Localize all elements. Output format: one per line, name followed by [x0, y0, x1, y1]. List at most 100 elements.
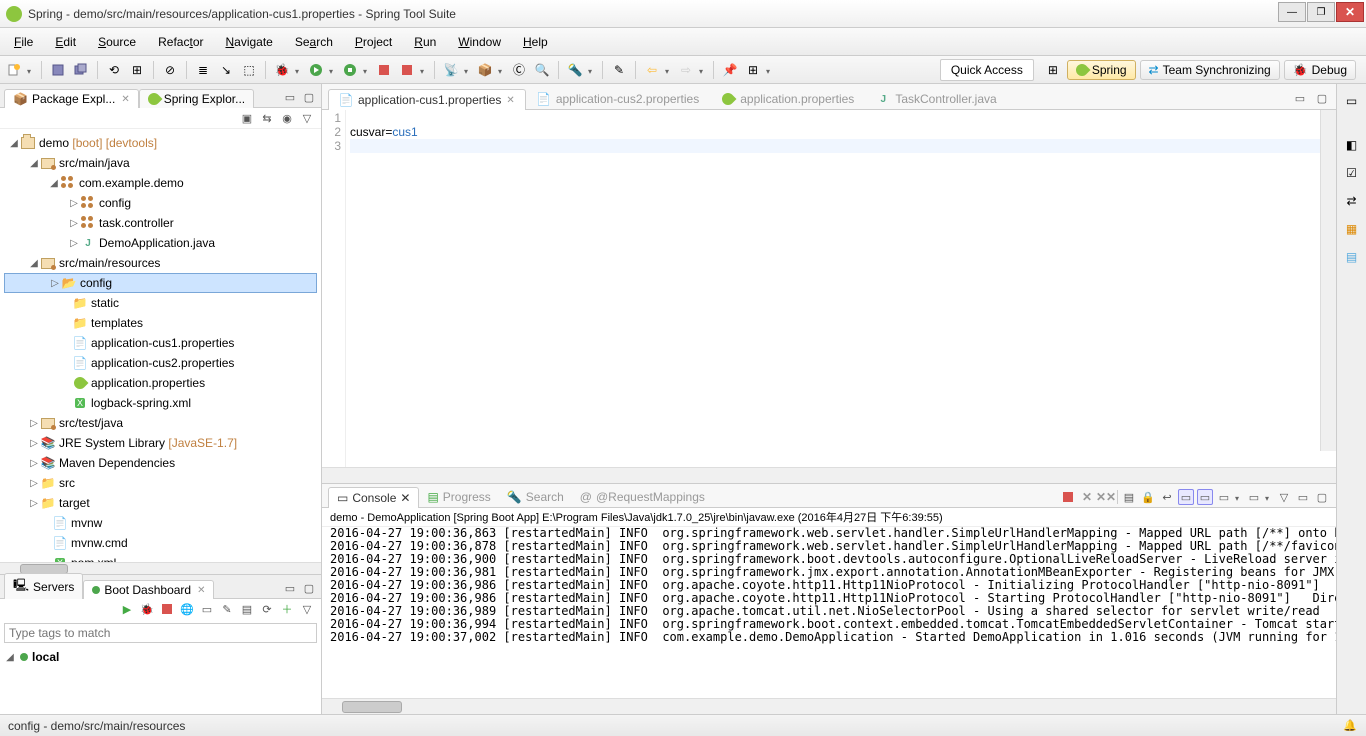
- minimize-view-button[interactable]: ▭: [282, 580, 298, 596]
- refresh-button[interactable]: ⟳: [259, 601, 275, 617]
- pin-button[interactable]: 📌: [720, 60, 740, 80]
- save-all-button[interactable]: [71, 60, 91, 80]
- open-type-button[interactable]: 🔍: [532, 60, 552, 80]
- new-button[interactable]: [4, 60, 24, 80]
- tab-spring-explorer[interactable]: Spring Explor...: [139, 89, 254, 108]
- tab-console[interactable]: ▭Console✕: [328, 487, 419, 508]
- ansi-icon[interactable]: ▦: [1341, 218, 1363, 240]
- tree-node-package-config[interactable]: ▷config: [4, 193, 317, 213]
- relaunch-last-button[interactable]: [374, 60, 394, 80]
- close-button[interactable]: [1336, 2, 1364, 22]
- open-console-button[interactable]: ▽: [1276, 489, 1292, 505]
- local-node[interactable]: ◢local: [4, 647, 317, 667]
- back-dropdown[interactable]: [665, 63, 673, 77]
- new-dropdown[interactable]: [27, 63, 35, 77]
- server-dropdown[interactable]: [464, 63, 472, 77]
- tag-filter-input[interactable]: [4, 623, 317, 643]
- tab-search[interactable]: 🔦Search: [499, 487, 572, 507]
- close-icon[interactable]: ✕: [197, 585, 205, 596]
- link-editor-button[interactable]: ⇆: [259, 110, 275, 126]
- view-menu-button[interactable]: ▽: [299, 601, 315, 617]
- tree-node-package-demo[interactable]: ◢com.example.demo: [4, 173, 317, 193]
- tree-node-templates[interactable]: templates: [4, 313, 317, 333]
- debug-button[interactable]: 🐞: [139, 601, 155, 617]
- display-console-button[interactable]: ▭: [1246, 489, 1262, 505]
- tree-node-mvnw[interactable]: mvnw: [4, 513, 317, 533]
- task-list-icon[interactable]: ☑: [1341, 162, 1363, 184]
- maximize-editor-button[interactable]: ▢: [1314, 90, 1330, 106]
- tree-node-logback[interactable]: logback-spring.xml: [4, 393, 317, 413]
- perspective-team-sync[interactable]: ⇄Team Synchronizing: [1140, 60, 1280, 80]
- tree-node-jre[interactable]: ▷JRE System Library [JavaSE-1.7]: [4, 433, 317, 453]
- tree-node-app-cus1[interactable]: application-cus1.properties: [4, 333, 317, 353]
- menu-edit[interactable]: Edit: [45, 31, 86, 53]
- coverage-dropdown[interactable]: [363, 63, 371, 77]
- debug-button[interactable]: 🐞: [272, 60, 292, 80]
- tree-node-pom[interactable]: pom.xml: [4, 553, 317, 562]
- maximize-view-button[interactable]: ▢: [301, 89, 317, 105]
- perspective-debug[interactable]: 🐞Debug: [1284, 60, 1356, 80]
- tree-node-src-folder[interactable]: ▷src: [4, 473, 317, 493]
- editor-tab-task-controller[interactable]: TaskController.java: [865, 88, 1007, 109]
- forward-dropdown[interactable]: [699, 63, 707, 77]
- tab-package-explorer[interactable]: 📦Package Expl...✕: [4, 89, 139, 108]
- editor-body[interactable]: 123 cusvar=cus1: [322, 110, 1336, 467]
- focus-button[interactable]: ◉: [279, 110, 295, 126]
- tree-node-target[interactable]: ▷target: [4, 493, 317, 513]
- minimize-button[interactable]: [1278, 2, 1306, 22]
- close-icon[interactable]: ✕: [400, 491, 410, 505]
- outline-icon[interactable]: ◧: [1341, 134, 1363, 156]
- stop-button[interactable]: [159, 601, 175, 617]
- menu-project[interactable]: Project: [345, 31, 402, 53]
- tree-node-config-folder[interactable]: ▷config: [4, 273, 317, 293]
- maximize-button[interactable]: [1307, 2, 1335, 22]
- search-dropdown[interactable]: [588, 63, 596, 77]
- run-dropdown[interactable]: [329, 63, 337, 77]
- start-button[interactable]: ▶: [119, 601, 135, 617]
- back-button[interactable]: ⇦: [642, 60, 662, 80]
- editor-tab-app-props[interactable]: application.properties: [710, 88, 865, 109]
- menu-search[interactable]: Search: [285, 31, 343, 53]
- perspective-spring[interactable]: Spring: [1067, 60, 1136, 80]
- new-package-button[interactable]: 📦: [475, 60, 495, 80]
- tree-node-package-task[interactable]: ▷task.controller: [4, 213, 317, 233]
- quick-access-input[interactable]: Quick Access: [940, 59, 1034, 81]
- tree-node-demo-application[interactable]: ▷DemoApplication.java: [4, 233, 317, 253]
- remove-launch-button[interactable]: ✕: [1079, 489, 1095, 505]
- add-button[interactable]: ＋: [279, 601, 295, 617]
- tree-node-project[interactable]: ◢demo [boot] [devtools]: [4, 133, 317, 153]
- tree-node-src-main-java[interactable]: ◢src/main/java: [4, 153, 317, 173]
- debug-dropdown[interactable]: [295, 63, 303, 77]
- tree-node-maven[interactable]: ▷Maven Dependencies: [4, 453, 317, 473]
- link-icon[interactable]: ⇄: [1341, 190, 1363, 212]
- minimize-view-button[interactable]: ▭: [1295, 489, 1311, 505]
- run-button[interactable]: [306, 60, 326, 80]
- edit-button[interactable]: ✎: [219, 601, 235, 617]
- new-server-button[interactable]: 📡: [441, 60, 461, 80]
- close-icon[interactable]: ✕: [121, 94, 129, 105]
- save-button[interactable]: [48, 60, 68, 80]
- package-dropdown[interactable]: [498, 63, 506, 77]
- tab-request-mappings[interactable]: @@RequestMappings: [572, 487, 713, 507]
- stop-dropdown[interactable]: [420, 63, 428, 77]
- filter-button[interactable]: ▤: [239, 601, 255, 617]
- status-updates-icon[interactable]: 🔔: [1342, 718, 1358, 734]
- menu-file[interactable]: File: [4, 31, 43, 53]
- scroll-lock-button[interactable]: 🔒: [1140, 489, 1156, 505]
- editor-vertical-scrollbar[interactable]: [1320, 110, 1336, 451]
- resume-list-button[interactable]: ≣: [193, 60, 213, 80]
- pin-console-button[interactable]: ▭: [1216, 489, 1232, 505]
- skip-breakpoints-button[interactable]: ⊘: [160, 60, 180, 80]
- hierarchy-icon[interactable]: ▤: [1341, 246, 1363, 268]
- clear-console-button[interactable]: ▤: [1121, 489, 1137, 505]
- tree-node-static[interactable]: static: [4, 293, 317, 313]
- package-explorer-tree[interactable]: ◢demo [boot] [devtools] ◢src/main/java ◢…: [0, 129, 321, 562]
- stop-button[interactable]: [397, 60, 417, 80]
- menu-help[interactable]: Help: [513, 31, 558, 53]
- search-button[interactable]: 🔦: [565, 60, 585, 80]
- menu-window[interactable]: Window: [448, 31, 511, 53]
- editor-tab-cus1[interactable]: application-cus1.properties✕: [328, 89, 526, 110]
- tree-node-mvnw-cmd[interactable]: mvnw.cmd: [4, 533, 317, 553]
- collapse-all-button[interactable]: ▣: [239, 110, 255, 126]
- tree-node-src-main-resources[interactable]: ◢src/main/resources: [4, 253, 317, 273]
